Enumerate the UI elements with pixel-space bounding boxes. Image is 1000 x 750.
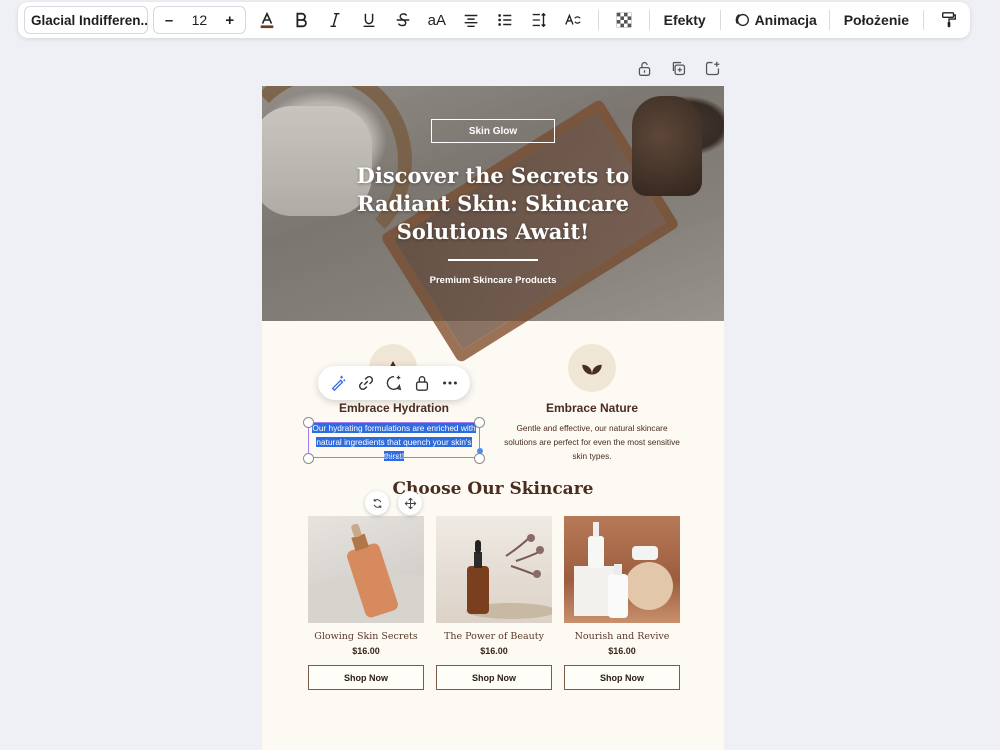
position-button[interactable]: Położenie — [838, 12, 915, 28]
link-icon — [358, 375, 374, 391]
text-style-button[interactable] — [556, 5, 590, 35]
hero-divider — [448, 259, 538, 261]
shop-now-button[interactable]: Shop Now — [436, 665, 552, 690]
page-actions — [634, 58, 722, 78]
feature-title-hydration[interactable]: Embrace Hydration — [308, 401, 480, 415]
letter-case-label: aA — [427, 11, 446, 29]
feature-title-nature[interactable]: Embrace Nature — [502, 401, 682, 415]
bold-icon — [296, 12, 307, 28]
move-button[interactable] — [398, 491, 422, 515]
lock-icon — [415, 376, 429, 391]
underline-button[interactable] — [352, 5, 386, 35]
toolbar-divider — [923, 10, 924, 30]
dropper-bottle-illustration — [466, 534, 552, 619]
paint-roller-icon — [942, 12, 956, 28]
letter-case-button[interactable]: aA — [420, 5, 454, 35]
text-color-button[interactable] — [250, 5, 284, 35]
product-image[interactable] — [564, 516, 680, 623]
resize-handle-tr[interactable] — [474, 417, 485, 428]
toolbar-divider — [648, 10, 650, 30]
line-spacing-icon — [532, 12, 546, 28]
shop-now-button[interactable]: Shop Now — [564, 665, 680, 690]
toolbar-divider — [597, 10, 599, 30]
toolbar-divider — [828, 10, 830, 30]
lock-element-button[interactable] — [409, 370, 435, 396]
text-toolbar: Glacial Indifferen... – 12 + aA Efekty A… — [18, 2, 970, 38]
comment-add-icon — [386, 375, 402, 391]
list-button[interactable] — [488, 5, 522, 35]
product-card: Nourish and Revive $16.00 Shop Now — [564, 516, 680, 690]
hero-badge[interactable]: Skin Glow — [431, 119, 555, 143]
more-icon — [443, 381, 457, 385]
magic-write-button[interactable] — [325, 370, 351, 396]
font-size-stepper[interactable]: – 12 + — [153, 6, 246, 34]
comment-button[interactable] — [381, 370, 407, 396]
strikethrough-icon — [396, 13, 410, 27]
link-button[interactable] — [353, 370, 379, 396]
design-canvas[interactable]: Skin Glow Discover the Secrets to Radian… — [262, 86, 724, 750]
product-image[interactable] — [308, 516, 424, 623]
transparency-button[interactable] — [607, 5, 641, 35]
unlock-icon — [638, 61, 650, 76]
hero-title[interactable]: Discover the Secrets to Radiant Skin: Sk… — [332, 162, 654, 246]
spacing-button[interactable] — [522, 5, 556, 35]
alignment-button[interactable] — [454, 5, 488, 35]
copy-style-button[interactable] — [932, 5, 966, 35]
rotate-icon — [373, 498, 381, 508]
bold-button[interactable] — [284, 5, 318, 35]
hero-image[interactable]: Skin Glow Discover the Secrets to Radian… — [262, 86, 724, 364]
more-options-button[interactable] — [437, 370, 463, 396]
add-page-icon — [705, 61, 719, 75]
add-page-button[interactable] — [702, 58, 722, 78]
product-name[interactable]: The Power of Beauty — [436, 631, 552, 642]
magic-pen-icon — [331, 375, 346, 392]
bullet-list-icon — [498, 14, 512, 26]
checkerboard-icon — [616, 12, 632, 28]
italic-icon — [330, 12, 340, 28]
lock-page-button[interactable] — [634, 58, 654, 78]
text-cursor-handle[interactable] — [477, 448, 483, 454]
floating-context-menu — [318, 366, 470, 400]
product-price[interactable]: $16.00 — [436, 646, 552, 656]
animation-icon — [735, 13, 749, 27]
product-card: Glowing Skin Secrets $16.00 Shop Now — [308, 516, 424, 690]
duplicate-icon — [672, 61, 685, 75]
strikethrough-button[interactable] — [386, 5, 420, 35]
product-price[interactable]: $16.00 — [564, 646, 680, 656]
duplicate-page-button[interactable] — [668, 58, 688, 78]
underline-icon — [363, 13, 375, 28]
hero-subtitle[interactable]: Premium Skincare Products — [362, 275, 624, 286]
product-name[interactable]: Nourish and Revive — [564, 631, 680, 642]
resize-handle-bl[interactable] — [303, 453, 314, 464]
leaf-icon[interactable] — [568, 344, 616, 392]
resize-handle-br[interactable] — [474, 453, 485, 464]
selection-box — [308, 422, 480, 458]
increase-size-button[interactable]: + — [224, 12, 236, 29]
text-color-icon — [260, 11, 274, 29]
font-size-value[interactable]: 12 — [192, 12, 208, 28]
feature-text-nature[interactable]: Gentle and effective, our natural skinca… — [502, 421, 682, 463]
product-name[interactable]: Glowing Skin Secrets — [308, 631, 424, 642]
leaf-shape — [582, 364, 602, 375]
product-card: The Power of Beauty $16.00 Shop Now — [436, 516, 552, 690]
rotate-button[interactable] — [365, 491, 389, 515]
product-price[interactable]: $16.00 — [308, 646, 424, 656]
cosmetic-set-illustration — [574, 522, 673, 618]
move-icon — [404, 497, 416, 509]
animate-button[interactable]: Animacja — [729, 11, 821, 29]
decrease-size-button[interactable]: – — [163, 12, 175, 29]
toolbar-divider — [719, 10, 721, 30]
shop-now-button[interactable]: Shop Now — [308, 665, 424, 690]
font-family-select[interactable]: Glacial Indifferen... — [24, 6, 149, 34]
serum-bottle-illustration — [308, 523, 424, 623]
text-effects-icon — [564, 13, 581, 25]
resize-handle-tl[interactable] — [303, 417, 314, 428]
animate-label: Animacja — [754, 12, 817, 28]
align-center-icon — [464, 14, 478, 28]
product-image[interactable] — [436, 516, 552, 623]
effects-button[interactable]: Efekty — [658, 12, 712, 28]
italic-button[interactable] — [318, 5, 352, 35]
section-title[interactable]: Choose Our Skincare — [262, 479, 724, 499]
